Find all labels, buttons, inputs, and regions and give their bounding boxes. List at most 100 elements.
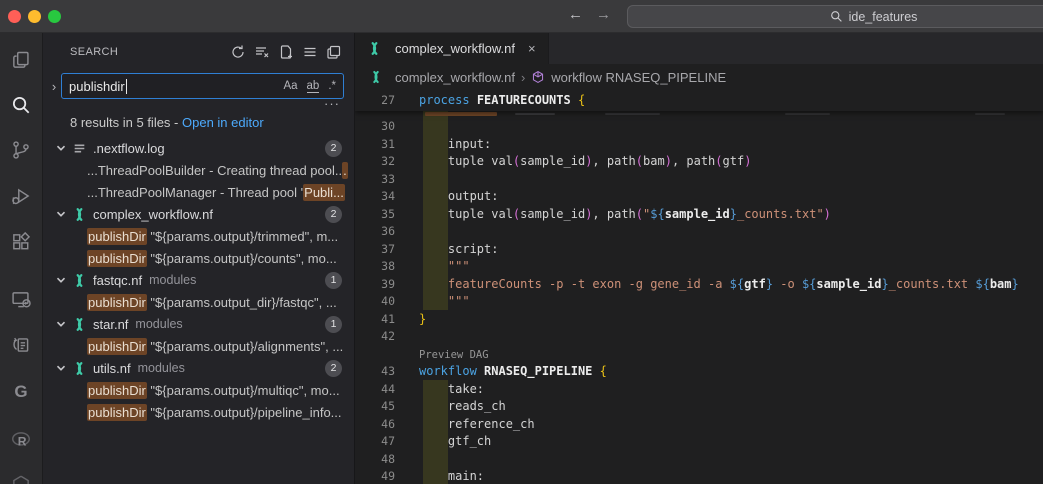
code-line[interactable]: 47 gtf_ch [355, 433, 1043, 451]
search-match-row[interactable]: publishDir "${params.output}/counts", mo… [43, 247, 354, 269]
regex-toggle[interactable]: .* [328, 80, 336, 92]
collapse-all-icon[interactable] [326, 44, 342, 60]
search-file-row[interactable]: star.nfmodules1 [43, 313, 354, 335]
clear-results-icon[interactable] [254, 44, 270, 60]
code-token: ( [636, 207, 643, 221]
search-input[interactable]: publishdir Aa ab .* [61, 73, 344, 99]
whole-word-toggle[interactable]: ab [307, 80, 320, 93]
code-line[interactable]: 33 [355, 171, 1043, 189]
code-line[interactable]: 31 input: [355, 136, 1043, 154]
search-match-row[interactable]: ...ThreadPoolManager - Thread pool 'Publ… [43, 181, 354, 203]
chevron-down-icon[interactable] [55, 318, 67, 330]
code-line[interactable]: 43workflow RNASEQ_PIPELINE { [355, 363, 1043, 381]
search-match-row[interactable]: publishDir "${params.output}/trimmed", m… [43, 225, 354, 247]
search-match-row[interactable]: publishDir "${params.output}/pipeline_in… [43, 401, 354, 423]
codelens-preview-dag[interactable]: Preview DAG [355, 346, 1043, 364]
maximize-window-button[interactable] [48, 10, 61, 23]
search-match-row[interactable]: publishDir "${params.output}/multiqc", m… [43, 379, 354, 401]
code-line[interactable]: 41} [355, 311, 1043, 329]
code-line[interactable]: 37 script: [355, 241, 1043, 259]
code-line[interactable]: 39 featureCounts -p -t exon -g gene_id -… [355, 276, 1043, 294]
refresh-icon[interactable] [230, 44, 246, 60]
breadcrumb-symbol[interactable]: workflow RNASEQ_PIPELINE [551, 70, 726, 85]
line-number: 39 [355, 276, 395, 294]
search-match-row[interactable]: publishDir "${params.output}/alignments"… [43, 335, 354, 357]
new-search-editor-icon[interactable] [278, 44, 294, 60]
close-window-button[interactable] [8, 10, 21, 23]
code-line[interactable]: 40 """ [355, 293, 1043, 311]
search-results-tree: .nextflow.log2...ThreadPoolBuilder - Cre… [43, 137, 354, 423]
task-explorer-icon[interactable] [10, 334, 32, 356]
back-icon[interactable]: ← [568, 6, 583, 23]
code-token: ) [665, 154, 672, 168]
command-center-search[interactable]: ide_features [627, 5, 1043, 28]
match-case-toggle[interactable]: Aa [283, 80, 297, 92]
chevron-down-icon[interactable] [55, 362, 67, 374]
line-number: 40 [355, 293, 395, 311]
code-editor[interactable]: 27 process FEATURECOUNTS { 3031 input:32… [355, 90, 1043, 484]
breadcrumb-file[interactable]: complex_workflow.nf [395, 70, 515, 85]
code-line-text: """ [419, 258, 470, 276]
code-token: """ [419, 259, 470, 273]
view-as-list-icon[interactable] [302, 44, 318, 60]
chevron-down-icon[interactable] [55, 274, 67, 286]
forward-icon[interactable]: → [596, 6, 611, 23]
file-name: complex_workflow.nf [93, 207, 213, 222]
result-count-badge: 2 [325, 140, 342, 157]
r-tools-icon[interactable]: R [10, 429, 32, 451]
search-icon [830, 10, 843, 23]
code-line[interactable]: 45 reads_ch [355, 398, 1043, 416]
close-tab-icon[interactable]: × [528, 41, 536, 56]
extensions-icon[interactable] [10, 231, 32, 253]
code-line[interactable]: 48 [355, 451, 1043, 469]
code-line-text: take: [419, 381, 484, 399]
code-line[interactable]: 42 [355, 328, 1043, 346]
code-token [470, 93, 477, 107]
more-actions-button[interactable]: ··· [43, 99, 354, 112]
file-path-description: modules [138, 361, 185, 375]
code-line-text: process FEATURECOUNTS { [419, 90, 585, 111]
code-line[interactable]: 30 [355, 118, 1043, 136]
search-match-row[interactable]: ...ThreadPoolBuilder - Creating thread p… [43, 159, 354, 181]
search-file-row[interactable]: fastqc.nfmodules1 [43, 269, 354, 291]
nextflow-file-icon [72, 317, 87, 332]
code-line[interactable]: 44 take: [355, 381, 1043, 399]
search-match-row[interactable]: publishDir "${params.output_dir}/fastqc"… [43, 291, 354, 313]
code-token: tuple val [419, 207, 513, 221]
source-control-icon[interactable] [10, 139, 32, 161]
toggle-replace-chevron-icon[interactable]: › [47, 79, 61, 94]
chevron-down-icon[interactable] [55, 142, 67, 154]
code-token: process [419, 93, 470, 107]
line-number: 35 [355, 206, 395, 224]
code-line[interactable]: 38 """ [355, 258, 1043, 276]
nextflow-file-icon [369, 70, 383, 84]
code-line[interactable]: 34 output: [355, 188, 1043, 206]
results-summary-text: 8 results in 5 files - [70, 115, 182, 130]
minimize-window-button[interactable] [28, 10, 41, 23]
open-in-editor-link[interactable]: Open in editor [182, 115, 264, 130]
file-path-description: modules [149, 273, 196, 287]
gitlens-icon[interactable]: G [10, 381, 32, 403]
code-line[interactable]: 49 main: [355, 468, 1043, 484]
run-and-debug-icon[interactable] [10, 185, 32, 207]
tab-complex-workflow[interactable]: complex_workflow.nf × [355, 33, 549, 64]
search-view-icon[interactable] [10, 94, 32, 116]
remote-explorer-icon[interactable] [10, 289, 32, 311]
code-token: ${ [802, 277, 816, 291]
code-line[interactable]: 46 reference_ch [355, 416, 1043, 434]
chevron-down-icon[interactable] [55, 208, 67, 220]
code-token: sample_id [665, 207, 730, 221]
code-line[interactable]: 35 tuple val(sample_id), path("${sample_… [355, 206, 1043, 224]
search-file-row[interactable]: utils.nfmodules2 [43, 357, 354, 379]
search-file-row[interactable]: .nextflow.log2 [43, 137, 354, 159]
code-line[interactable]: 36 [355, 223, 1043, 241]
results-summary: 8 results in 5 files - Open in editor [43, 112, 354, 135]
code-token: ( [636, 154, 643, 168]
code-line[interactable]: 32 tuple val(sample_id), path(bam), path… [355, 153, 1043, 171]
line-number: 36 [355, 223, 395, 241]
explorer-icon[interactable] [10, 49, 32, 71]
sticky-scroll-line[interactable]: 27 process FEATURECOUNTS { [355, 90, 1043, 111]
bottom-partial-icon[interactable] [10, 473, 32, 484]
code-token: ${ [730, 277, 744, 291]
search-file-row[interactable]: complex_workflow.nf2 [43, 203, 354, 225]
